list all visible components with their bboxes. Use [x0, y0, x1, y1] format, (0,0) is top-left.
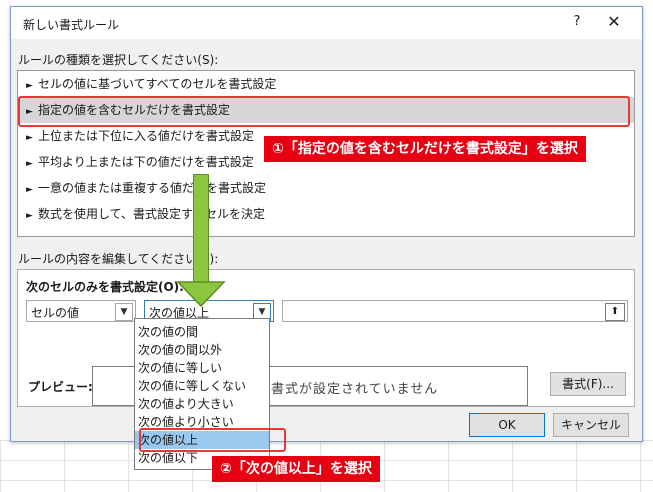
green-arrow-down-icon [176, 281, 226, 308]
new-format-rule-dialog: 新しい書式ルール ? ✕ ルールの種類を選択してください(S): ► セルの値に基… [10, 6, 643, 442]
dropdown-option[interactable]: 次の値に等しくない [135, 377, 269, 395]
callout-step-1: ①「指定の値を含むセルだけを書式設定」を選択 [264, 136, 586, 162]
rule-type-item[interactable]: ► 数式を使用して、書式設定するセルを決定 [18, 201, 634, 227]
highlight-operator-selection [139, 428, 286, 452]
green-arrow-shaft [193, 174, 209, 284]
value-input[interactable]: ⬆ [282, 300, 628, 322]
highlight-rule-selection [18, 96, 630, 127]
rule-type-label: ルールの種類を選択してください(S): [18, 53, 219, 67]
cancel-button[interactable]: キャンセル [553, 413, 629, 437]
arrow-right-icon: ► [26, 211, 33, 221]
dropdown-option[interactable]: 次の値の間以外 [135, 341, 269, 359]
arrow-right-icon: ► [26, 133, 33, 143]
cell-value-combo[interactable]: セルの値 ▼ [26, 300, 136, 322]
chevron-down-icon[interactable]: ▼ [115, 303, 133, 321]
dialog-title: 新しい書式ルール [23, 18, 120, 32]
edit-rule-panel: 次のセルのみを書式設定(O): セルの値 ▼ 次の値以上 ▼ ⬆ プレビュー: … [17, 269, 635, 407]
dropdown-option[interactable]: 次の値より大きい [135, 395, 269, 413]
help-button[interactable]: ? [567, 14, 587, 29]
arrow-right-icon: ► [26, 159, 33, 169]
edit-rule-label: ルールの内容を編集してください(E): [18, 252, 219, 266]
dropdown-option[interactable]: 次の値に等しい [135, 359, 269, 377]
preview-text: 書式が設定されていません [271, 382, 439, 397]
preview-label: プレビュー: [28, 380, 93, 394]
arrow-right-icon: ► [26, 185, 33, 195]
ok-button[interactable]: OK [469, 413, 545, 437]
collapse-dialog-icon[interactable]: ⬆ [605, 303, 625, 321]
rule-type-item[interactable]: ► 一意の値または重複する値だけを書式設定 [18, 175, 634, 201]
title-bar: 新しい書式ルール ? ✕ [11, 7, 642, 39]
dropdown-option[interactable]: 次の値の間 [135, 323, 269, 341]
rule-type-item[interactable]: ► セルの値に基づいてすべてのセルを書式設定 [18, 71, 634, 97]
format-button[interactable]: 書式(F)... [550, 372, 626, 396]
format-only-cells-heading: 次のセルのみを書式設定(O): [26, 280, 184, 294]
close-button[interactable]: ✕ [600, 12, 628, 31]
callout-step-2: ②「次の値以上」を選択 [212, 456, 380, 482]
